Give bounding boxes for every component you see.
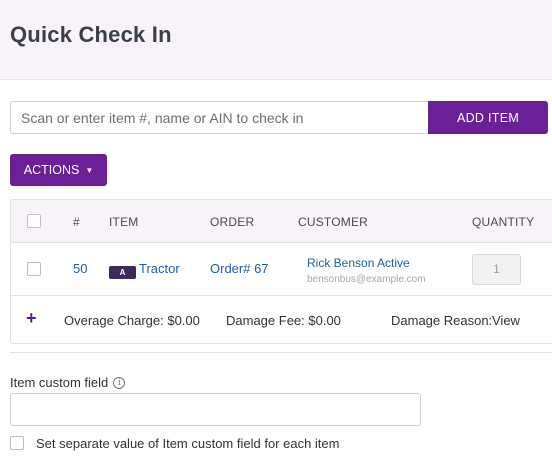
custom-field-label-group: Item custom field i — [10, 375, 126, 390]
quantity-field: 1 — [472, 254, 521, 285]
separate-value-checkbox[interactable] — [10, 436, 24, 450]
overage-charge: Overage Charge: $0.00 — [64, 313, 200, 328]
select-all-checkbox[interactable] — [27, 214, 41, 228]
column-header-number: # — [73, 215, 80, 229]
charges-summary: + Overage Charge: $0.00 Damage Fee: $0.0… — [11, 296, 552, 344]
separate-value-label: Set separate value of Item custom field … — [36, 436, 340, 451]
item-type-badge: A — [109, 266, 136, 279]
scan-item-input[interactable] — [10, 101, 430, 134]
item-name-link[interactable]: Tractor — [139, 261, 180, 276]
damage-reason-view-link[interactable]: View — [492, 313, 520, 328]
damage-reason-label: Damage Reason: — [391, 313, 493, 328]
item-number-link[interactable]: 50 — [73, 261, 87, 276]
info-icon[interactable]: i — [113, 376, 126, 389]
section-divider — [10, 352, 552, 353]
caret-down-icon: ▼ — [85, 165, 94, 175]
damage-fee: Damage Fee: $0.00 — [226, 313, 341, 328]
item-custom-field-input[interactable] — [10, 393, 421, 426]
page-title: Quick Check In — [10, 22, 172, 47]
order-link[interactable]: Order# 67 — [210, 261, 269, 276]
plus-icon[interactable]: + — [26, 308, 37, 329]
column-header-item: ITEM — [109, 215, 139, 229]
actions-dropdown-button[interactable]: ACTIONS ▼ — [10, 154, 107, 186]
table-header: # ITEM ORDER CUSTOMER QUANTITY — [11, 200, 552, 243]
column-header-quantity: QUANTITY — [472, 215, 535, 229]
customer-link[interactable]: Rick Benson Active — [307, 256, 410, 270]
row-checkbox[interactable] — [27, 262, 41, 276]
actions-label: ACTIONS — [23, 163, 80, 177]
customer-email: bensonbus@example.com — [307, 274, 426, 285]
table-row: 50 A Tractor Order# 67 Rick Benson Activ… — [11, 243, 552, 296]
page-header: Quick Check In — [0, 0, 552, 80]
column-header-customer: CUSTOMER — [298, 215, 369, 229]
custom-field-label: Item custom field — [10, 375, 109, 390]
check-in-table: # ITEM ORDER CUSTOMER QUANTITY 50 A Trac… — [10, 199, 552, 344]
add-item-button[interactable]: ADD ITEM — [428, 101, 548, 134]
column-header-order: ORDER — [210, 215, 255, 229]
